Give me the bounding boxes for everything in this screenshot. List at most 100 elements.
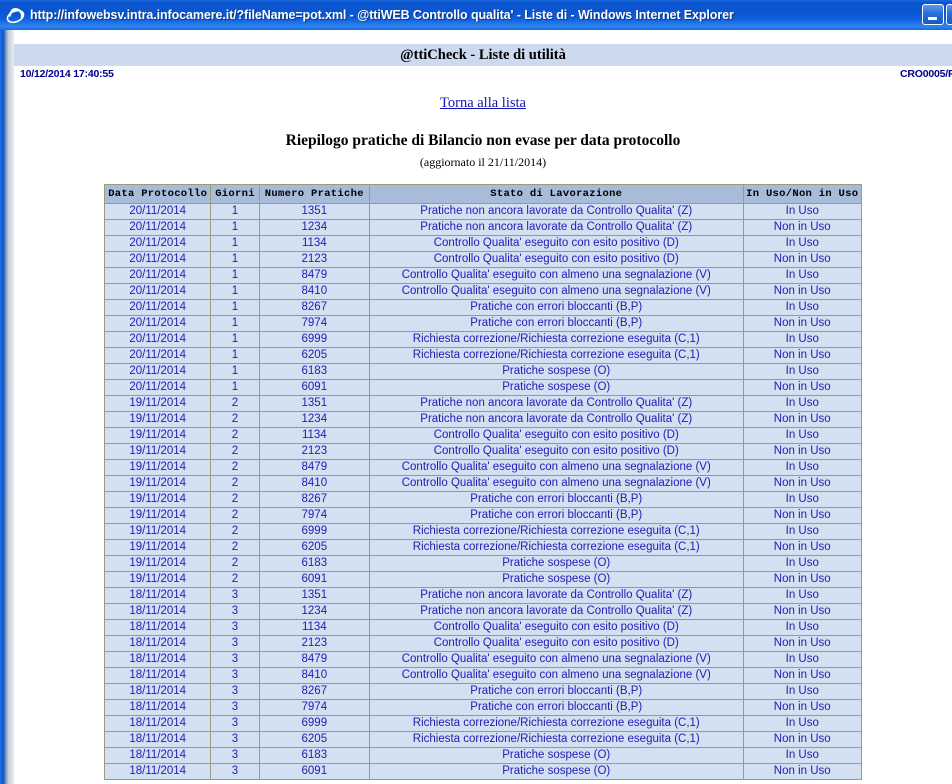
cell-numero-pratiche: 1234: [258, 603, 371, 620]
cell-giorni: 3: [210, 683, 260, 700]
cell-numero-pratiche: 7974: [258, 507, 371, 524]
table-head: Data Protocollo Giorni Numero Pratiche Stat…: [103, 184, 862, 204]
cell-stato-lavorazione: Richiesta correzione/Richiesta correzion…: [369, 715, 744, 732]
cell-numero-pratiche: 6183: [258, 363, 371, 380]
cell-in-uso: In Uso: [742, 459, 862, 476]
cell-data-protocollo: 20/11/2014: [103, 251, 212, 268]
cell-giorni: 1: [210, 267, 260, 284]
cell-stato-lavorazione: Controllo Qualita' eseguito con almeno u…: [369, 267, 744, 284]
back-to-list-link[interactable]: Torna alla lista: [440, 95, 526, 111]
maximize-button[interactable]: [946, 4, 952, 25]
back-link-row: Torna alla lista: [14, 94, 952, 112]
app-header-band: @ttiCheck - Liste di utilità: [14, 44, 952, 66]
cell-giorni: 2: [210, 459, 260, 476]
cell-in-uso: In Uso: [742, 363, 862, 380]
table-row: 18/11/2014 3 6205 Richiesta correzione/Rich…: [103, 731, 862, 748]
cell-in-uso: Non in Uso: [742, 731, 862, 748]
cell-giorni: 2: [210, 491, 260, 508]
cell-data-protocollo: 18/11/2014: [103, 587, 212, 604]
table-row: 20/11/2014 1 2123 Controllo Qualita' esegui…: [103, 251, 862, 268]
cell-numero-pratiche: 1234: [258, 219, 371, 236]
cell-numero-pratiche: 1134: [258, 619, 371, 636]
table-row: 19/11/2014 2 8267 Pratiche con errori blocc…: [103, 491, 862, 508]
report-table: Data Protocollo Giorni Numero Pratiche Stat…: [103, 184, 862, 780]
cell-in-uso: In Uso: [742, 299, 862, 316]
cell-numero-pratiche: 1234: [258, 411, 371, 428]
table-row: 19/11/2014 2 2123 Controllo Qualita' esegui…: [103, 443, 862, 460]
cell-stato-lavorazione: Pratiche con errori bloccanti (B,P): [369, 299, 744, 316]
cell-numero-pratiche: 6183: [258, 747, 371, 764]
cell-data-protocollo: 18/11/2014: [103, 731, 212, 748]
cell-numero-pratiche: 6205: [258, 347, 371, 364]
cell-giorni: 2: [210, 443, 260, 460]
cell-stato-lavorazione: Controllo Qualita' eseguito con almeno u…: [369, 283, 744, 300]
cell-stato-lavorazione: Pratiche non ancora lavorate da Controll…: [369, 203, 744, 220]
cell-numero-pratiche: 8267: [258, 683, 371, 700]
cell-stato-lavorazione: Controllo Qualita' eseguito con almeno u…: [369, 459, 744, 476]
cell-giorni: 3: [210, 667, 260, 684]
cell-stato-lavorazione: Pratiche non ancora lavorate da Controll…: [369, 219, 744, 236]
cell-giorni: 1: [210, 347, 260, 364]
cell-in-uso: In Uso: [742, 683, 862, 700]
cell-in-uso: Non in Uso: [742, 347, 862, 364]
column-header-in-uso: In Uso/Non in Uso: [742, 184, 862, 204]
meta-row: 10/12/2014 17:40:55 CRO0005/RO: [14, 68, 952, 84]
cell-in-uso: Non in Uso: [742, 475, 862, 492]
cell-stato-lavorazione: Pratiche non ancora lavorate da Controll…: [369, 587, 744, 604]
cell-data-protocollo: 19/11/2014: [103, 571, 212, 588]
cell-giorni: 1: [210, 331, 260, 348]
cell-in-uso: Non in Uso: [742, 443, 862, 460]
cell-data-protocollo: 19/11/2014: [103, 507, 212, 524]
cell-numero-pratiche: 2123: [258, 635, 371, 652]
table-row: 19/11/2014 2 7974 Pratiche con errori blocc…: [103, 507, 862, 524]
cell-data-protocollo: 19/11/2014: [103, 539, 212, 556]
table-row: 20/11/2014 1 8267 Pratiche con errori blocc…: [103, 299, 862, 316]
app-title: @ttiCheck - Liste di utilità: [400, 46, 566, 63]
table-row: 18/11/2014 3 6183 Pratiche sospese (O) In Us…: [103, 747, 862, 764]
cell-in-uso: In Uso: [742, 587, 862, 604]
cell-numero-pratiche: 1351: [258, 203, 371, 220]
cell-numero-pratiche: 6999: [258, 331, 371, 348]
table-row: 20/11/2014 1 6183 Pratiche sospese (O) In Us…: [103, 363, 862, 380]
cell-data-protocollo: 20/11/2014: [103, 203, 212, 220]
cell-numero-pratiche: 1351: [258, 395, 371, 412]
cell-data-protocollo: 19/11/2014: [103, 491, 212, 508]
cell-in-uso: Non in Uso: [742, 603, 862, 620]
cell-giorni: 3: [210, 699, 260, 716]
cell-giorni: 2: [210, 555, 260, 572]
cell-in-uso: In Uso: [742, 651, 862, 668]
cell-giorni: 3: [210, 635, 260, 652]
table-row: 19/11/2014 2 8479 Controllo Qualita' esegui…: [103, 459, 862, 476]
table-row: 20/11/2014 1 1134 Controllo Qualita' esegui…: [103, 235, 862, 252]
cell-in-uso: In Uso: [742, 747, 862, 764]
cell-giorni: 1: [210, 315, 260, 332]
cell-numero-pratiche: 8479: [258, 459, 371, 476]
cell-stato-lavorazione: Controllo Qualita' eseguito con esito po…: [369, 235, 744, 252]
cell-data-protocollo: 20/11/2014: [103, 347, 212, 364]
cell-in-uso: Non in Uso: [742, 667, 862, 684]
cell-numero-pratiche: 6205: [258, 731, 371, 748]
cell-stato-lavorazione: Richiesta correzione/Richiesta correzion…: [369, 731, 744, 748]
cell-data-protocollo: 19/11/2014: [103, 395, 212, 412]
cell-giorni: 3: [210, 715, 260, 732]
cell-numero-pratiche: 2123: [258, 251, 371, 268]
cell-data-protocollo: 18/11/2014: [103, 699, 212, 716]
cell-in-uso: In Uso: [742, 331, 862, 348]
table-row: 18/11/2014 3 6999 Richiesta correzione/Rich…: [103, 715, 862, 732]
cell-data-protocollo: 19/11/2014: [103, 555, 212, 572]
column-header-giorni: Giorni: [210, 184, 260, 204]
minimize-button[interactable]: [922, 4, 944, 25]
cell-giorni: 1: [210, 219, 260, 236]
table-row: 18/11/2014 3 1351 Pratiche non ancora lavor…: [103, 587, 862, 604]
cell-giorni: 3: [210, 619, 260, 636]
cell-stato-lavorazione: Pratiche sospese (O): [369, 363, 744, 380]
cell-data-protocollo: 19/11/2014: [103, 475, 212, 492]
cell-stato-lavorazione: Richiesta correzione/Richiesta correzion…: [369, 539, 744, 556]
cell-data-protocollo: 20/11/2014: [103, 315, 212, 332]
cell-in-uso: In Uso: [742, 203, 862, 220]
table-row: 18/11/2014 3 1134 Controllo Qualita' esegui…: [103, 619, 862, 636]
cell-in-uso: Non in Uso: [742, 763, 862, 780]
table-row: 19/11/2014 2 6999 Richiesta correzione/Rich…: [103, 523, 862, 540]
cell-stato-lavorazione: Pratiche sospese (O): [369, 555, 744, 572]
cell-numero-pratiche: 6091: [258, 763, 371, 780]
